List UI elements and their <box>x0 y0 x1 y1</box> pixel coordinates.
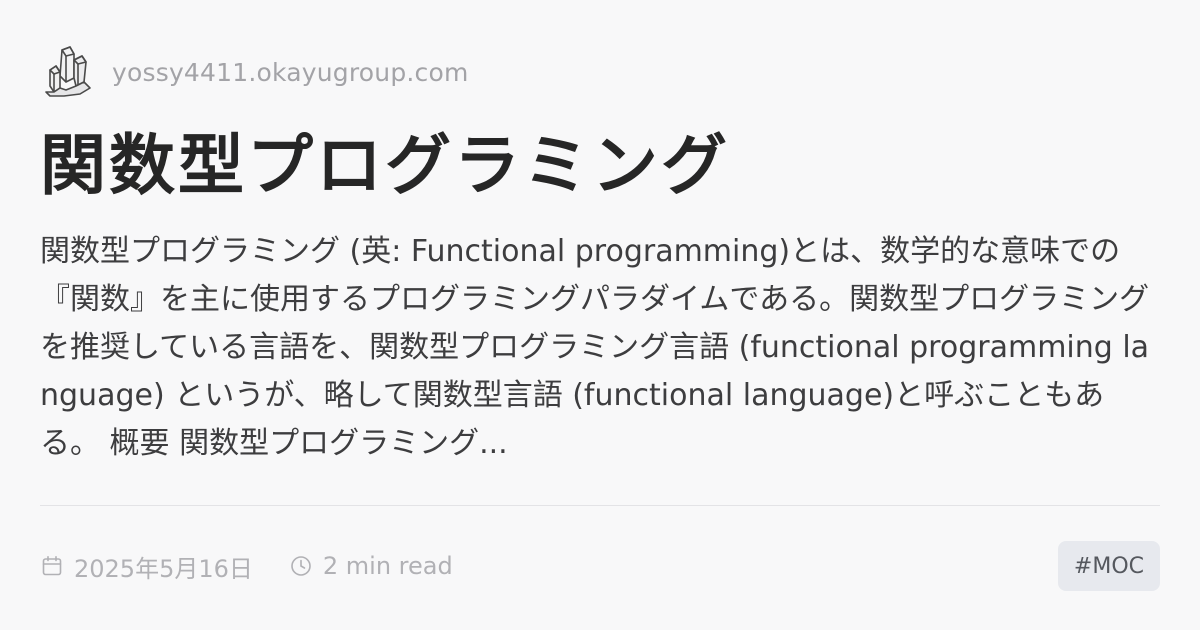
article-excerpt: 関数型プログラミング (英: Functional programming)とは… <box>40 234 1150 461</box>
article-title: 関数型プログラミング <box>40 127 730 204</box>
divider <box>40 505 1160 506</box>
tag-badge[interactable]: #MOC <box>1057 541 1160 591</box>
site-header: yossy4411.okayugroup.com <box>40 40 1160 104</box>
meta-row: 2025年5月16日 2 min read #MOC <box>40 540 1160 592</box>
og-card: yossy4411.okayugroup.com 関数型プログラミング 関数型プ… <box>0 0 1200 630</box>
site-name[interactable]: yossy4411.okayugroup.com <box>112 58 469 87</box>
publish-date: 2025年5月16日 <box>40 549 253 584</box>
publish-date-text: 2025年5月16日 <box>74 554 253 583</box>
calendar-icon <box>42 555 62 576</box>
clock-icon <box>291 556 311 576</box>
read-time: 2 min read <box>289 552 453 580</box>
read-time-text: 2 min read <box>322 552 453 580</box>
crystal-icon <box>45 46 91 97</box>
